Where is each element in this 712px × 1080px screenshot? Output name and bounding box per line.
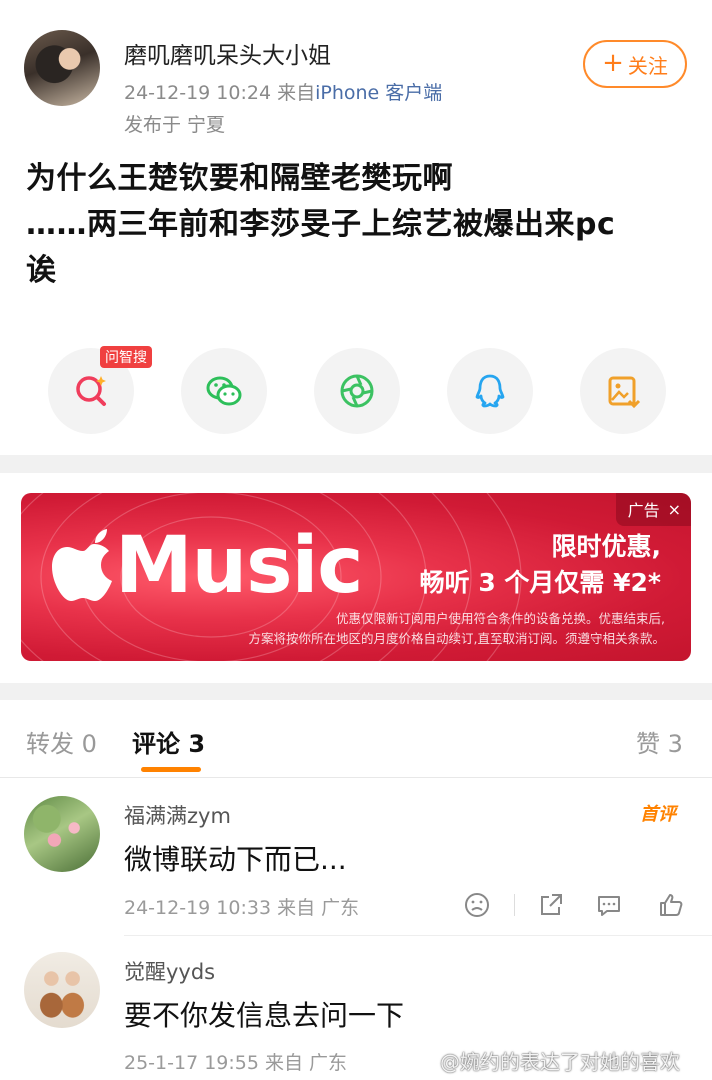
save-image-button[interactable]	[580, 348, 666, 434]
comment-location: 来自 广东	[265, 1052, 348, 1074]
post-client[interactable]: iPhone 客户端	[315, 82, 442, 104]
share-qq-button[interactable]	[447, 348, 533, 434]
plus-icon: +	[602, 48, 624, 78]
tab-repost[interactable]: 转发 0	[26, 724, 97, 759]
first-comment-badge: 首评	[640, 804, 676, 825]
post-header: 磨叽磨叽呆头大小姐 24-12-19 10:24 来自iPhone 客户端 发布…	[0, 0, 712, 140]
tabs-divider	[0, 777, 712, 778]
follow-label: 关注	[627, 53, 668, 78]
avatar[interactable]	[24, 796, 100, 872]
comment-location: 来自 广东	[277, 897, 360, 919]
tab-comments[interactable]: 评论 3	[132, 724, 205, 759]
share-icon	[541, 894, 562, 915]
post-meta: 24-12-19 10:24 来自iPhone 客户端	[124, 78, 442, 105]
ad-headline: 限时优惠, 畅听 3 个月仅需 ¥2*	[420, 529, 661, 601]
ad-brand-word: Music	[115, 521, 364, 611]
avatar[interactable]	[24, 952, 100, 1028]
ad-brand-logo: Music	[51, 521, 364, 611]
reply-button[interactable]	[592, 888, 626, 922]
frown-icon	[465, 893, 489, 917]
share-row: 问智搜	[48, 346, 668, 434]
section-divider	[0, 455, 712, 473]
comment-username[interactable]: 福满满zym	[124, 800, 231, 830]
avatar[interactable]	[24, 30, 100, 106]
active-tab-indicator	[141, 767, 201, 772]
post-text-line: 诶	[26, 253, 57, 288]
section-divider	[0, 683, 712, 700]
watermark: @婉约的表达了对她的喜欢	[440, 1050, 680, 1074]
post-from-label: 来自	[277, 82, 316, 104]
close-icon[interactable]: ×	[668, 500, 681, 519]
post-text-line: 为什么王楚钦要和隔壁老樊玩啊	[26, 161, 453, 196]
action-divider	[514, 894, 515, 916]
save-image-icon	[608, 376, 641, 409]
comment-username[interactable]: 觉醒yyds	[124, 956, 215, 986]
post-text: 为什么王楚钦要和隔壁老樊玩啊 ……两三年前和李莎旻子上综艺被爆出来pc 诶	[26, 156, 686, 294]
share-wechat-button[interactable]	[181, 348, 267, 434]
moments-icon	[340, 374, 374, 408]
comment-icon	[598, 896, 620, 916]
post-text-line: ……两三年前和李莎旻子上综艺被爆出来pc	[26, 207, 616, 242]
comment-time: 24-12-19 10:33	[124, 897, 272, 919]
comment-text: 要不你发信息去问一下	[124, 999, 405, 1032]
ad-headline-1: 限时优惠,	[551, 532, 662, 561]
share-comment-button[interactable]	[534, 888, 568, 922]
comment-actions	[460, 888, 690, 928]
ad-label: 广告	[627, 501, 660, 520]
ad-fine-1: 优惠仅限新订阅用户使用符合条件的设备兑换。优惠结束后,	[336, 611, 665, 626]
ai-search-badge: 问智搜	[100, 346, 152, 368]
ad-banner[interactable]: 广告 × Music 限时优惠, 畅听 3 个月仅需 ¥2* 优惠仅限新订阅用户…	[21, 493, 691, 661]
apple-logo-icon	[52, 529, 112, 601]
ad-headline-2: 畅听 3 个月仅需 ¥2*	[419, 568, 661, 597]
post-location: 发布于 宁夏	[124, 114, 226, 136]
dislike-button[interactable]	[460, 888, 494, 922]
follow-button[interactable]: + 关注	[583, 40, 687, 88]
post-username[interactable]: 磨叽磨叽呆头大小姐	[124, 36, 331, 70]
ad-fine-2: 方案将按你所在地区的月度价格自动续订,直至取消订阅。须遵守相关条款。	[248, 631, 665, 646]
ad-tag: 广告 ×	[615, 493, 691, 526]
ad-fine-print: 优惠仅限新订阅用户使用符合条件的设备兑换。优惠结束后, 方案将按你所在地区的月度…	[249, 609, 665, 649]
ai-search-icon	[76, 376, 106, 406]
post-time: 24-12-19 10:24	[124, 82, 272, 104]
comment-text: 微博联动下而已...	[124, 843, 347, 876]
comment-meta: 25-1-17 19:55 来自 广东	[124, 1048, 347, 1075]
comment-time: 25-1-17 19:55	[124, 1052, 259, 1074]
share-moments-button[interactable]	[314, 348, 400, 434]
comment-divider	[124, 935, 712, 936]
interaction-tabs: 转发 0 评论 3 赞 3	[0, 700, 712, 778]
like-button[interactable]	[654, 888, 688, 922]
comment-meta: 24-12-19 10:33 来自 广东	[124, 893, 359, 920]
tab-likes[interactable]: 赞 3	[636, 724, 683, 759]
wechat-icon	[206, 376, 242, 406]
thumbs-up-icon	[660, 894, 683, 916]
qq-icon	[475, 374, 505, 408]
